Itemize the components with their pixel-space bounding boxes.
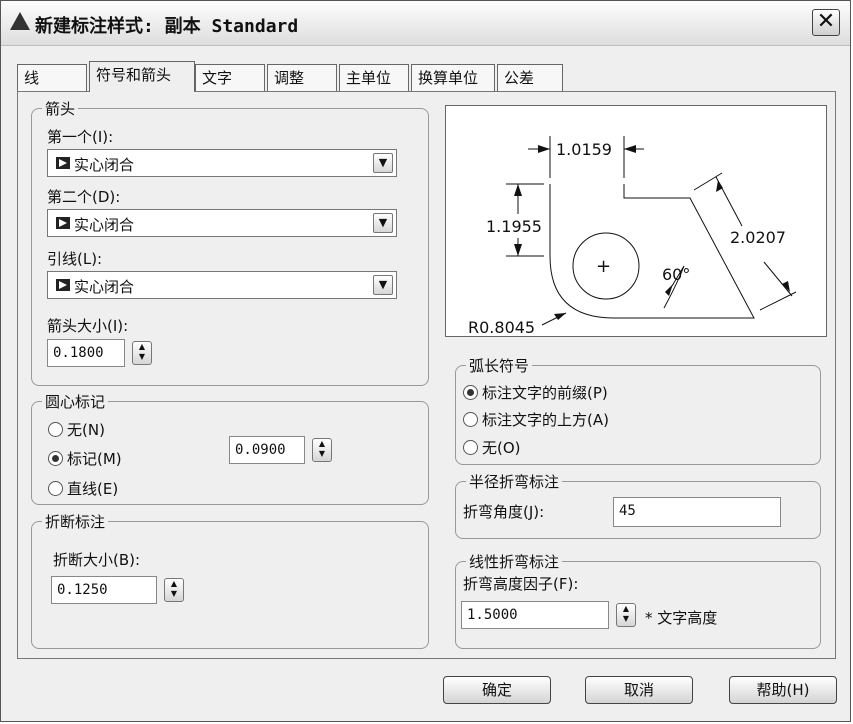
radio-circle-icon: [463, 412, 478, 427]
center-mark-size-spinner[interactable]: 0.0900 ▲ ▼: [229, 436, 332, 464]
tab-alternate-units[interactable]: 换算单位: [411, 64, 495, 91]
part-outline: [549, 184, 755, 319]
dialog-title: 新建标注样式: 副本 Standard: [35, 16, 299, 37]
closed-filled-arrow-icon: [56, 157, 70, 169]
radio-circle-icon: [463, 440, 478, 455]
jog-angle-input[interactable]: 45: [613, 497, 781, 527]
text-height-suffix: * 文字高度: [645, 609, 718, 627]
tab-symbols-arrows[interactable]: 符号和箭头: [89, 61, 195, 92]
jog-height-value: 1.5000: [467, 607, 518, 623]
arc-above-radio[interactable]: 标注文字的上方(A): [463, 409, 609, 430]
first-arrow-value: 实心闭合: [74, 156, 135, 174]
dimension-preview-drawing: 1.0159 1.1955 2.0207 60° R0.8045 +: [468, 136, 797, 337]
dimension-break-title: 折断标注: [42, 511, 109, 532]
arc-before-radio[interactable]: 标注文字的前缀(P): [463, 382, 608, 403]
help-button[interactable]: 帮助(H): [729, 676, 837, 704]
second-arrow-select[interactable]: 实心闭合 ▼: [47, 209, 397, 237]
tab-primary-units[interactable]: 主单位: [339, 64, 409, 91]
close-button[interactable]: ✕: [812, 9, 840, 36]
radio-circle-icon: [48, 481, 63, 496]
angle-text: 60°: [662, 265, 690, 284]
radius-text: R0.8045: [468, 318, 535, 336]
dim-left-text: 1.1955: [486, 217, 542, 236]
radius-jog-title: 半径折弯标注: [466, 471, 563, 492]
cancel-button[interactable]: 取消: [585, 676, 693, 704]
jog-height-spinner[interactable]: 1.5000 ▲ ▼: [461, 601, 636, 629]
ok-button[interactable]: 确定: [443, 676, 551, 704]
center-marks-title: 圆心标记: [42, 391, 109, 412]
tab-tolerances[interactable]: 公差: [497, 64, 563, 91]
radio-circle-icon: [48, 422, 63, 437]
center-mark-line-label: 直线(E): [67, 480, 119, 498]
break-size-spinner[interactable]: 0.1250 ▲ ▼: [51, 576, 184, 604]
dialog-window: 新建标注样式: 副本 Standard ✕ 线 符号和箭头 文字 调整 主单位 …: [0, 0, 851, 722]
leader-arrow-select[interactable]: 实心闭合 ▼: [47, 271, 397, 299]
center-mark-line-radio[interactable]: 直线(E): [48, 478, 118, 499]
arc-length-title: 弧长符号: [466, 355, 533, 376]
closed-filled-arrow-icon: [56, 279, 70, 291]
closed-filled-arrow-icon: [56, 217, 70, 229]
arrow-size-value: 0.1800: [53, 345, 104, 361]
break-size-value: 0.1250: [57, 582, 108, 598]
jog-angle-value: 45: [619, 503, 636, 519]
arrowheads-title: 箭头: [42, 98, 79, 119]
arc-none-label: 无(O): [482, 439, 521, 457]
center-mark-mark-radio[interactable]: 标记(M): [48, 448, 122, 469]
arc-none-radio[interactable]: 无(O): [463, 437, 521, 458]
jog-height-label: 折弯高度因子(F):: [463, 575, 579, 593]
dim-top-text: 1.0159: [556, 140, 612, 159]
radio-selected-icon: [463, 385, 478, 400]
center-mark-none-label: 无(N): [67, 421, 105, 439]
radio-selected-icon: [48, 451, 63, 466]
chevron-down-icon[interactable]: ▼: [373, 153, 393, 173]
center-mark-size-value: 0.0900: [235, 442, 286, 458]
tab-lines[interactable]: 线: [17, 64, 87, 91]
first-arrow-label: 第一个(I):: [47, 128, 114, 146]
spinner-arrows-icon[interactable]: ▲ ▼: [312, 438, 332, 462]
second-arrow-value: 实心闭合: [74, 216, 135, 234]
break-size-label: 折断大小(B):: [53, 551, 141, 569]
center-mark-glyph: +: [596, 256, 611, 277]
dim-right-text: 2.0207: [730, 228, 786, 247]
preview-pane: 1.0159 1.1955 2.0207 60° R0.8045 +: [445, 105, 827, 337]
title-bar[interactable]: 新建标注样式: 副本 Standard ✕: [1, 1, 850, 46]
linear-jog-title: 线性折弯标注: [466, 551, 563, 572]
second-arrow-label: 第二个(D):: [47, 188, 121, 206]
arrow-size-label: 箭头大小(I):: [47, 317, 129, 335]
arc-above-label: 标注文字的上方(A): [482, 411, 609, 429]
arrow-size-spinner[interactable]: 0.1800 ▲ ▼: [47, 339, 152, 367]
center-mark-mark-label: 标记(M): [67, 450, 122, 468]
chevron-down-icon[interactable]: ▼: [373, 213, 393, 233]
tab-fit[interactable]: 调整: [267, 64, 337, 91]
center-mark-none-radio[interactable]: 无(N): [48, 419, 105, 440]
arc-before-label: 标注文字的前缀(P): [482, 384, 608, 402]
spinner-arrows-icon[interactable]: ▲ ▼: [616, 603, 636, 627]
first-arrow-select[interactable]: 实心闭合 ▼: [47, 149, 397, 177]
spinner-arrows-icon[interactable]: ▲ ▼: [132, 341, 152, 365]
spinner-arrows-icon[interactable]: ▲ ▼: [164, 578, 184, 602]
app-icon: [10, 12, 30, 30]
tab-text[interactable]: 文字: [195, 64, 265, 91]
leader-arrow-value: 实心闭合: [74, 278, 135, 296]
leader-arrow-label: 引线(L):: [47, 250, 103, 268]
jog-angle-label: 折弯角度(J):: [463, 503, 545, 521]
chevron-down-icon[interactable]: ▼: [373, 275, 393, 295]
